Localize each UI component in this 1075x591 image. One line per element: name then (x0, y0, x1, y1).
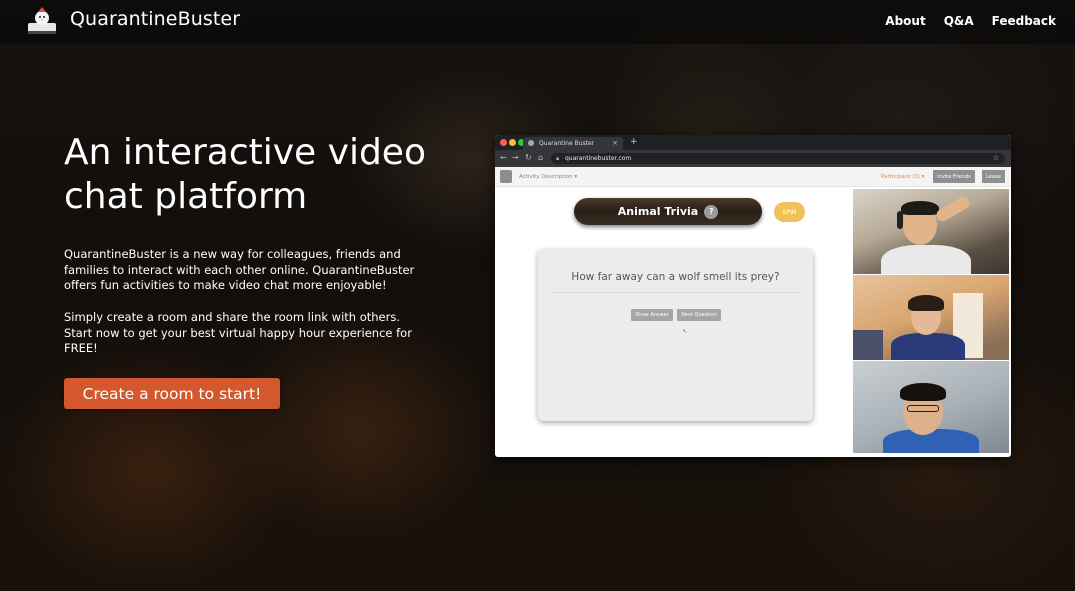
video-tile-participant-2 (853, 275, 1009, 360)
show-answer-button: Show Answer (631, 309, 673, 321)
home-icon: ⌂ (538, 153, 544, 162)
participants-dropdown: Participant (3) ▾ (881, 174, 925, 180)
hero-headline: An interactive video chat platform (64, 132, 426, 217)
brand-name[interactable]: QuarantineBuster (70, 8, 240, 30)
background-object (853, 330, 883, 360)
participant-arm (934, 194, 972, 224)
browser-address-bar: ← → ↻ ⌂ 🔒︎ quarantinebuster.com ☆ (495, 150, 1011, 167)
mouse-cursor-icon: ↖ (682, 328, 688, 335)
video-tile-participant-1 (853, 189, 1009, 274)
headphones-icon (897, 211, 903, 229)
browser-tab: Quarantine Buster × (523, 137, 623, 150)
reload-icon: ↻ (525, 153, 532, 162)
nav-qa-link[interactable]: Q&A (944, 14, 974, 28)
nav-feedback-link[interactable]: Feedback (992, 14, 1056, 28)
minimize-dot-icon (509, 139, 516, 146)
close-dot-icon (500, 139, 507, 146)
nav-links: About Q&A Feedback (885, 14, 1056, 28)
activity-title: Animal Trivia (617, 205, 699, 218)
tab-close-icon: × (612, 139, 618, 147)
help-icon: ? (704, 204, 719, 219)
invite-friends-button: Invite Friends (933, 170, 975, 183)
back-arrow-icon: ← (500, 153, 507, 162)
url-field: 🔒︎ quarantinebuster.com ☆ (551, 153, 1005, 164)
hero-description: QuarantineBuster is a new way for collea… (64, 247, 415, 292)
glasses-icon (907, 405, 939, 412)
leave-button: Leave (982, 170, 1005, 183)
nav-about-link[interactable]: About (885, 14, 925, 28)
trivia-question: How far away can a wolf smell its prey? (571, 271, 780, 283)
quarantinebuster-logo[interactable] (24, 7, 60, 37)
browser-tab-title: Quarantine Buster (539, 140, 595, 147)
hero-instructions: Simply create a room and share the room … (64, 310, 412, 355)
participant-torso (891, 333, 965, 360)
forward-arrow-icon: → (512, 153, 519, 162)
participant-hair (901, 201, 939, 215)
participant-hair (900, 383, 946, 401)
card-divider (550, 292, 801, 293)
video-tile-participant-3 (853, 361, 1009, 453)
app-preview-screenshot: Quarantine Buster × + ← → ↻ ⌂ 🔒︎ quarant… (495, 135, 1011, 457)
create-room-button[interactable]: Create a room to start! (64, 378, 280, 409)
lock-icon: 🔒︎ (556, 155, 560, 162)
app-toolbar: Activity Description ▾ Participant (3) ▾… (495, 167, 1011, 187)
spin-button: SPIN (774, 202, 805, 222)
bookmark-star-icon: ☆ (992, 154, 999, 162)
question-card: How far away can a wolf smell its prey? … (538, 249, 813, 421)
new-tab-icon: + (630, 137, 638, 147)
activity-description-dropdown: Activity Description ▾ (519, 174, 578, 180)
participant-hair (908, 295, 944, 311)
next-question-button: Next Question (677, 309, 721, 321)
favicon-icon (528, 140, 534, 146)
app-logo-icon (500, 170, 512, 183)
browser-tabbar: Quarantine Buster × + (495, 135, 1011, 150)
activity-title-banner: Animal Trivia ? (574, 198, 762, 225)
url-text: quarantinebuster.com (565, 155, 632, 162)
participant-torso (881, 245, 971, 274)
navbar: QuarantineBuster About Q&A Feedback (0, 0, 1075, 44)
